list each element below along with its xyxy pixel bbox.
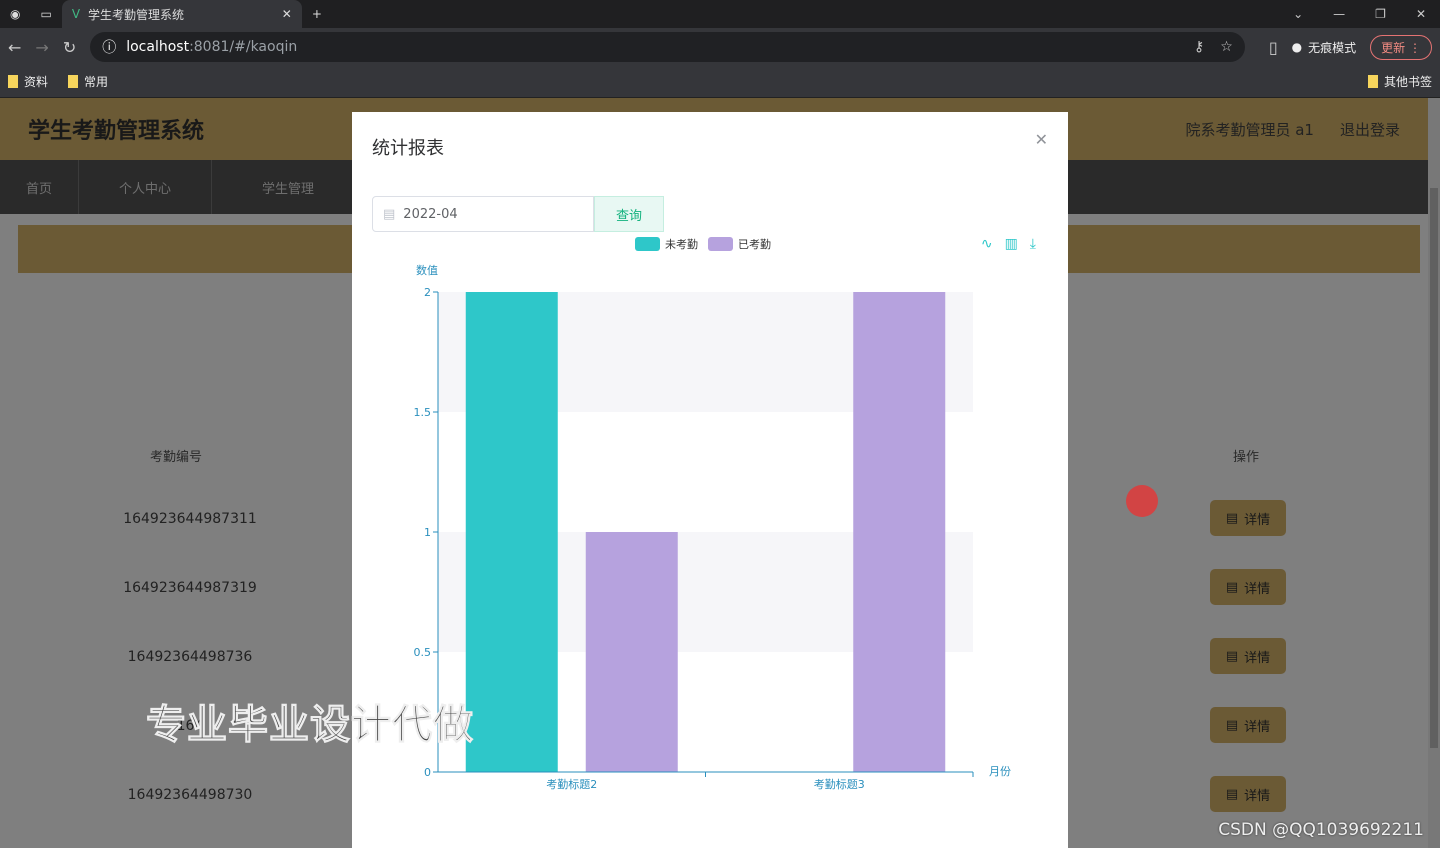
bookmark-label: 资料 [24, 75, 49, 89]
y-tick-label: 1.5 [414, 406, 432, 419]
incognito-indicator[interactable]: ● 无痕模式 [1292, 39, 1357, 56]
tab-title: 学生考勤管理系统 [88, 7, 185, 22]
line-chart-icon[interactable]: ∿ [981, 236, 993, 252]
bar-chart-icon[interactable]: ▥ [1005, 236, 1018, 252]
bar [853, 292, 946, 772]
calendar-icon: ▤ [383, 206, 396, 222]
y-tick-label: 2 [424, 286, 431, 299]
bookmark-folder[interactable]: 常用 [68, 73, 108, 90]
vue-icon: V [71, 7, 81, 21]
y-tick-label: 0.5 [414, 646, 432, 659]
credit-watermark: CSDN @QQ1039692211 [1218, 820, 1424, 840]
info-icon: ⓘ [102, 40, 117, 56]
incognito-icon: ● [1291, 40, 1303, 54]
bookmarks-bar: 资料 常用 其他书签 [0, 66, 1440, 98]
browser-toolbar: ← → ↻ ⓘ localhost:8081/#/kaoqin ⚷ ☆ ▯ ● 无痕模式 更… [0, 28, 1440, 66]
folder-icon [8, 75, 18, 88]
forward-icon[interactable]: → [35, 38, 48, 57]
new-tab-button[interactable]: + [302, 0, 332, 28]
key-icon[interactable]: ⚷ [1194, 39, 1204, 55]
other-bookmarks[interactable]: 其他书签 [1367, 73, 1432, 90]
bar [465, 292, 558, 772]
back-icon[interactable]: ← [8, 38, 21, 57]
url-path: :8081/#/kaoqin [189, 39, 298, 55]
update-label: 更新 [1381, 40, 1406, 55]
legend-label: 未考勤 [665, 238, 698, 251]
bookmark-label: 其他书签 [1383, 75, 1432, 89]
browser-tabbar: ◉ ▭ V 学生考勤管理系统 ✕ + ⌄ — ❐ ✕ [0, 0, 1440, 28]
url-host: localhost [126, 39, 190, 55]
globe-icon[interactable]: ◉ [0, 0, 30, 28]
close-tab-icon[interactable]: ✕ [282, 7, 292, 21]
folder-icon [1367, 75, 1378, 88]
x-axis-label: 月份 [989, 765, 1011, 778]
tab-search-icon[interactable]: ⌄ [1293, 7, 1303, 21]
cursor-highlight [1126, 485, 1158, 517]
watermark: 专业毕业设计代做 [146, 702, 474, 749]
star-icon[interactable]: ☆ [1220, 39, 1233, 55]
month-value: 2022-04 [403, 206, 458, 222]
close-window-icon[interactable]: ✕ [1416, 7, 1426, 21]
legend-label: 已考勤 [738, 238, 771, 251]
update-button[interactable]: 更新 ⋮ [1370, 34, 1432, 60]
chart-toolbox: ∿ ▥ ⤓ [981, 236, 1036, 252]
y-tick-label: 1 [424, 526, 431, 539]
side-panel-icon[interactable]: ▯ [1269, 38, 1278, 57]
reload-icon[interactable]: ↻ [63, 38, 76, 57]
y-axis-label: 数值 [416, 264, 438, 277]
browser-tab[interactable]: V 学生考勤管理系统 ✕ [61, 0, 302, 28]
legend-item[interactable]: 未考勤 [635, 236, 698, 252]
y-tick-label: 0 [424, 766, 431, 779]
bookmark-folder[interactable]: 资料 [8, 73, 48, 90]
chart-legend: 未考勤 已考勤 [635, 236, 771, 252]
address-bar[interactable]: ⓘ localhost:8081/#/kaoqin ⚷ ☆ [90, 32, 1245, 62]
bookmark-label: 常用 [84, 75, 109, 89]
close-icon[interactable]: ✕ [1035, 130, 1048, 149]
legend-item[interactable]: 已考勤 [708, 236, 771, 252]
x-tick-label: 考勤标题2 [546, 777, 597, 791]
minimize-icon[interactable]: — [1333, 7, 1345, 21]
restore-icon[interactable]: ❐ [1375, 7, 1386, 21]
folder-icon [68, 75, 79, 88]
x-tick-label: 考勤标题3 [814, 777, 865, 791]
download-icon[interactable]: ⤓ [1030, 236, 1036, 252]
dialog-title: 统计报表 [372, 138, 444, 159]
incognito-label: 无痕模式 [1308, 40, 1357, 55]
tab-overview-icon[interactable]: ▭ [30, 0, 61, 28]
bar [585, 532, 678, 772]
month-picker[interactable]: ▤ 2022-04 [372, 196, 594, 232]
query-button[interactable]: 查询 [594, 196, 664, 232]
